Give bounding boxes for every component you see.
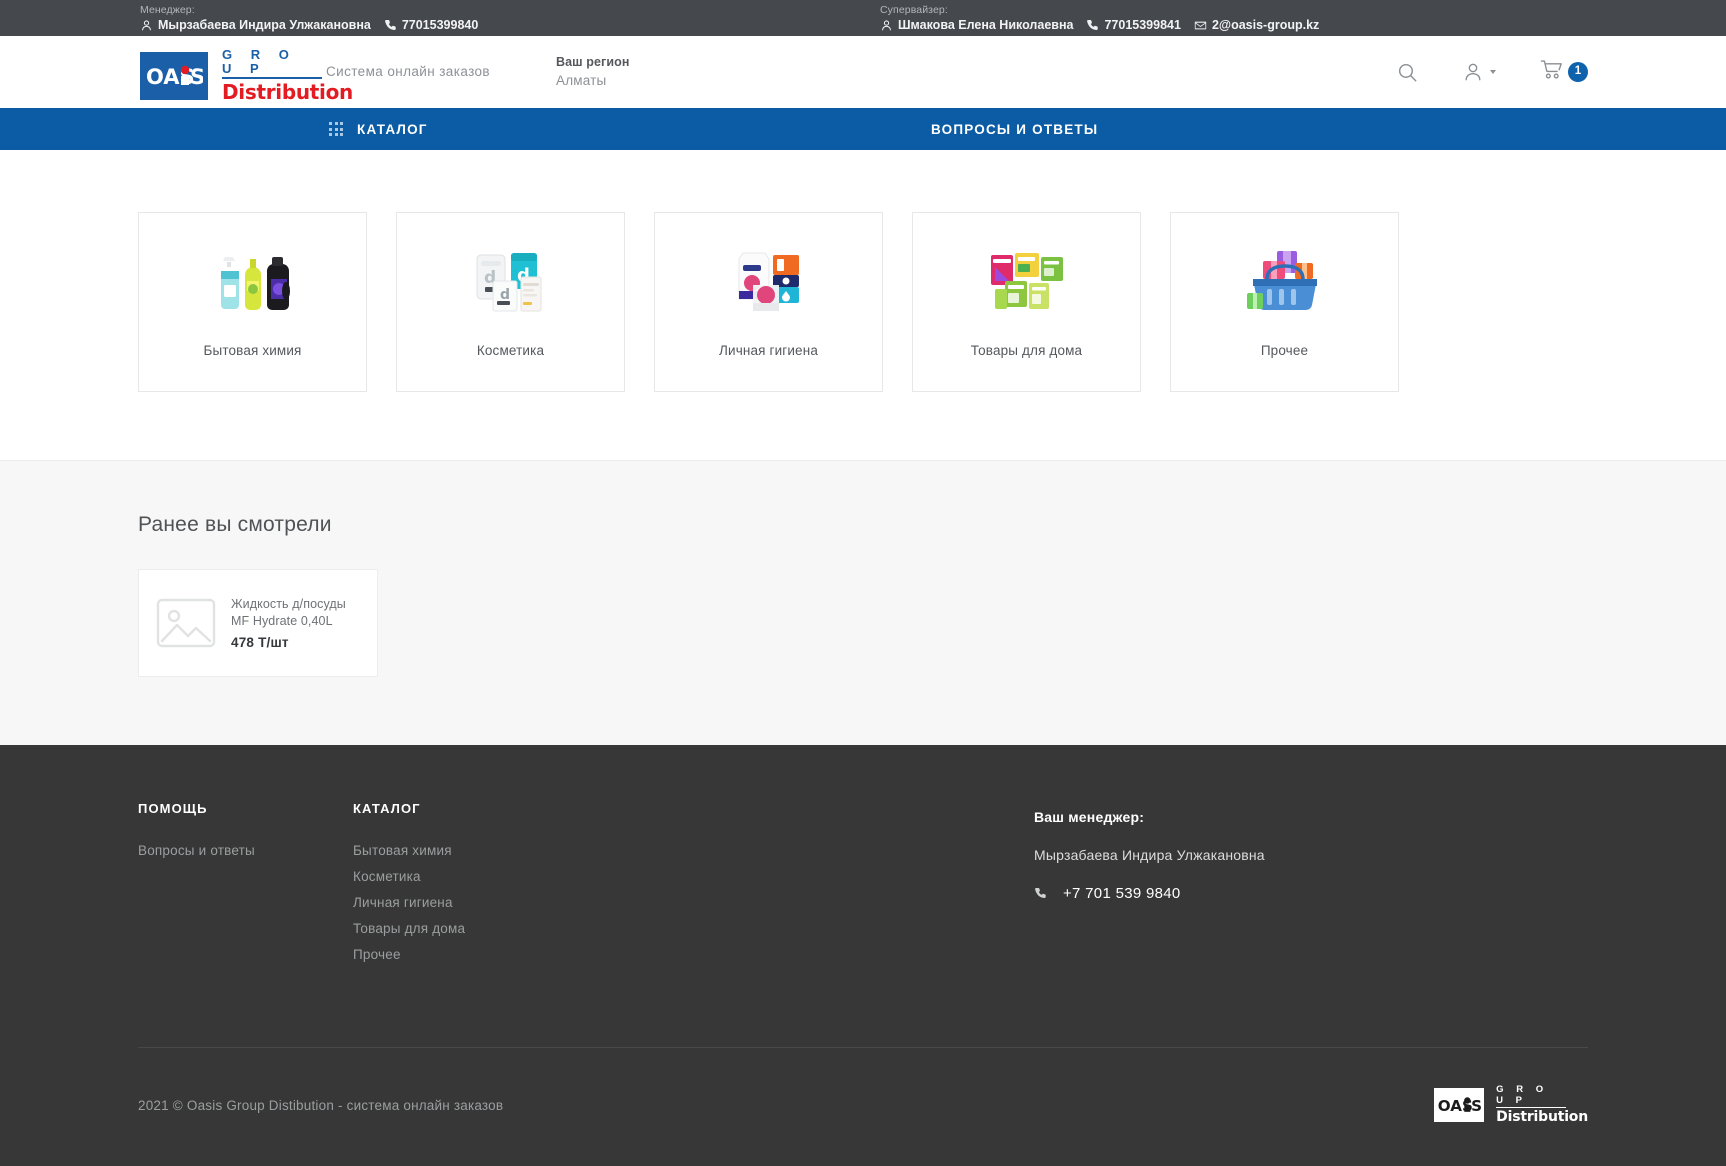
footer-manager-name: Мырзабаева Индира Улжакановна bbox=[1034, 847, 1265, 863]
main-navbar: КАТАЛОГ ВОПРОСЫ И ОТВЕТЫ bbox=[0, 108, 1726, 150]
footer-manager-block: Ваш менеджер: Мырзабаева Индира Улжакано… bbox=[1034, 809, 1454, 902]
category-card-cosmetics[interactable]: d d d Косметика bbox=[396, 212, 625, 392]
footer-link-home-goods[interactable]: Товары для дома bbox=[353, 916, 913, 942]
site-logo[interactable]: OAS S G R O U P Distribution bbox=[140, 48, 353, 104]
footer-copyright: 2021 © Oasis Group Distibution - система… bbox=[138, 1097, 504, 1113]
supervisor-role-label: Супервайзер: bbox=[880, 4, 948, 16]
category-title: Прочее bbox=[1260, 343, 1309, 358]
footer-logo[interactable]: OAS S G R O U P Distribution bbox=[1434, 1084, 1588, 1126]
top-contact-bar: Менеджер: Мырзабаева Индира Улжакановна bbox=[0, 0, 1726, 36]
nav-item-catalog[interactable]: КАТАЛОГ bbox=[329, 122, 428, 137]
region-label: Ваш регион bbox=[556, 55, 630, 69]
person-icon bbox=[880, 19, 893, 32]
cart-count-badge: 1 bbox=[1568, 62, 1588, 82]
manager-name: Мырзабаева Индира Улжакановна bbox=[158, 18, 371, 32]
footer-manager-heading: Ваш менеджер: bbox=[1034, 809, 1145, 825]
category-card-household-chemicals[interactable]: Бытовая химия bbox=[138, 212, 367, 392]
recently-viewed-section: Ранее вы смотрели Жидкость д/посуды MF H… bbox=[0, 460, 1726, 745]
category-card-home-goods[interactable]: Товары для дома bbox=[912, 212, 1141, 392]
phone-icon bbox=[1086, 19, 1099, 32]
supervisor-phone-item[interactable]: 77015399841 bbox=[1086, 18, 1181, 33]
home-goods-image bbox=[972, 239, 1082, 323]
region-value[interactable]: Алматы bbox=[556, 71, 630, 91]
manager-phone-item[interactable]: 77015399840 bbox=[384, 18, 478, 33]
site-tagline: Система онлайн заказов bbox=[326, 64, 490, 79]
search-button[interactable] bbox=[1397, 62, 1418, 83]
site-header: OAS S G R O U P Distribution Система онл… bbox=[0, 36, 1726, 108]
supervisor-email-item[interactable]: 2@oasis-group.kz bbox=[1194, 18, 1319, 33]
phone-icon bbox=[384, 19, 397, 32]
region-selector[interactable]: Ваш регион Алматы bbox=[556, 53, 630, 91]
recently-viewed-product-card[interactable]: Жидкость д/посуды MF Hydrate 0,40L 478 Т… bbox=[138, 569, 378, 677]
category-card-personal-hygiene[interactable]: Личная гигиена bbox=[654, 212, 883, 392]
footer-link-other[interactable]: Прочее bbox=[353, 942, 913, 968]
oasis-logo-mark: OAS S bbox=[140, 52, 208, 100]
footer-column-catalog: КАТАЛОГ Бытовая химия Косметика Личная г… bbox=[353, 801, 913, 1001]
category-title: Личная гигиена bbox=[719, 343, 818, 358]
footer-link-personal-hygiene[interactable]: Личная гигиена bbox=[353, 890, 913, 916]
supervisor-email: 2@oasis-group.kz bbox=[1211, 18, 1320, 32]
footer-logo-distribution-text: Distribution bbox=[1496, 1109, 1588, 1125]
logo-distribution-text: Distribution bbox=[222, 80, 353, 104]
svg-text:S: S bbox=[190, 65, 203, 89]
supervisor-name: Шмакова Елена Николаевна bbox=[898, 18, 1074, 32]
recently-viewed-title: Ранее вы смотрели bbox=[138, 513, 332, 536]
category-title: Бытовая химия bbox=[203, 343, 302, 358]
supervisor-phone: 77015399841 bbox=[1104, 18, 1181, 32]
manager-contact-block: Менеджер: Мырзабаева Индира Улжакановна bbox=[140, 4, 486, 33]
manager-name-item: Мырзабаева Индира Улжакановна bbox=[140, 18, 371, 33]
category-title: Товары для дома bbox=[970, 343, 1083, 358]
header-actions: 1 bbox=[1397, 36, 1588, 108]
footer-help-heading: ПОМОЩЬ bbox=[138, 801, 208, 816]
nav-catalog-label: КАТАЛОГ bbox=[357, 121, 428, 137]
mail-icon bbox=[1194, 19, 1207, 32]
phone-icon bbox=[1034, 887, 1047, 900]
logo-group-text: G R O U P bbox=[222, 48, 322, 79]
supervisor-contact-block: Супервайзер: Шмакова Елена Николаевна 77… bbox=[880, 4, 1327, 33]
category-card-other[interactable]: Прочее bbox=[1170, 212, 1399, 392]
grid-dots-icon bbox=[329, 122, 343, 136]
cart-icon bbox=[1540, 59, 1564, 86]
footer-oasis-logo-mark: OAS S bbox=[1434, 1088, 1485, 1122]
category-title: Косметика bbox=[476, 343, 545, 358]
manager-role-label: Менеджер: bbox=[140, 4, 195, 16]
image-placeholder-icon bbox=[153, 590, 219, 656]
footer-column-help: ПОМОЩЬ Вопросы и ответы bbox=[138, 801, 353, 1001]
product-name: Жидкость д/посуды MF Hydrate 0,40L bbox=[231, 597, 346, 628]
person-icon bbox=[140, 19, 153, 32]
user-icon bbox=[1462, 61, 1484, 83]
site-footer: ПОМОЩЬ Вопросы и ответы КАТАЛОГ Бытовая … bbox=[0, 745, 1726, 1166]
account-button[interactable] bbox=[1462, 61, 1496, 83]
page-root: Менеджер: Мырзабаева Индира Улжакановна bbox=[0, 0, 1726, 1166]
svg-text:d: d bbox=[500, 287, 510, 303]
household-chemicals-image bbox=[198, 239, 308, 323]
footer-link-household-chemicals[interactable]: Бытовая химия bbox=[353, 838, 913, 864]
footer-manager-phone-row[interactable]: +7 701 539 9840 bbox=[1034, 885, 1454, 902]
manager-phone: 77015399840 bbox=[401, 18, 479, 32]
nav-item-faq[interactable]: ВОПРОСЫ И ОТВЕТЫ bbox=[931, 122, 1098, 137]
footer-catalog-heading: КАТАЛОГ bbox=[353, 801, 421, 816]
footer-link-faq[interactable]: Вопросы и ответы bbox=[138, 838, 353, 864]
footer-logo-group-text: G R O U P bbox=[1496, 1084, 1567, 1108]
cosmetics-image: d d d bbox=[456, 239, 566, 323]
footer-manager-phone: +7 701 539 9840 bbox=[1063, 885, 1181, 902]
search-icon bbox=[1397, 62, 1418, 83]
categories-section: Бытовая химия d d d Косметика Личная гиг… bbox=[0, 150, 1726, 460]
personal-hygiene-image bbox=[714, 239, 824, 323]
categories-grid: Бытовая химия d d d Косметика Личная гиг… bbox=[118, 212, 1608, 392]
product-price: 478 Т/шт bbox=[231, 635, 289, 650]
chevron-down-icon bbox=[1490, 70, 1496, 74]
svg-text:S: S bbox=[1471, 1097, 1481, 1115]
footer-link-cosmetics[interactable]: Косметика bbox=[353, 864, 913, 890]
cart-button[interactable]: 1 bbox=[1540, 59, 1588, 86]
other-goods-image bbox=[1230, 239, 1340, 323]
supervisor-name-item: Шмакова Елена Николаевна bbox=[880, 18, 1073, 33]
footer-logo-wordmark: G R O U P Distribution bbox=[1496, 1084, 1588, 1126]
